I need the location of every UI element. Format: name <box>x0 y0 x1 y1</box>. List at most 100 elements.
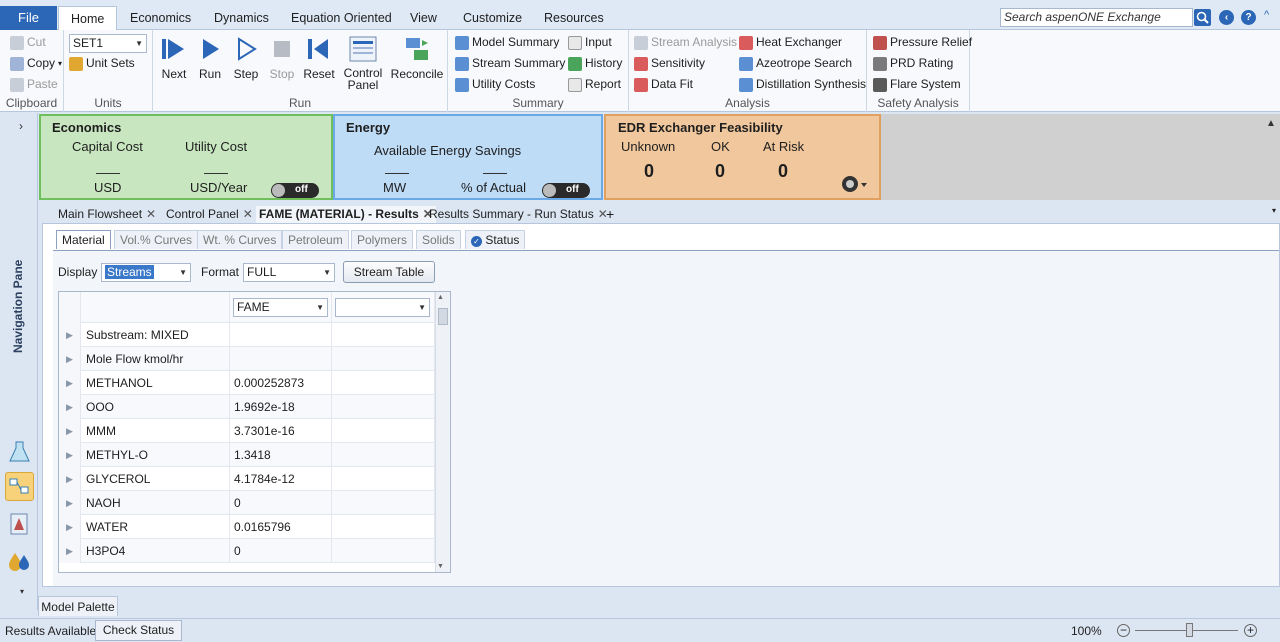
flowsheet-icon[interactable] <box>5 472 34 501</box>
subtab-solids[interactable]: Solids <box>416 230 461 249</box>
run-button[interactable]: Run <box>195 34 225 81</box>
stream-summary-button[interactable]: Stream Summary▾ <box>455 54 572 73</box>
grid-scrollbar[interactable]: ▲ ▼ <box>435 292 450 572</box>
row-value[interactable] <box>230 347 332 371</box>
back-icon[interactable]: ‹ <box>1219 10 1234 25</box>
row-value-empty[interactable] <box>332 419 435 443</box>
data-fit-button[interactable]: Data Fit <box>634 75 693 94</box>
tab-resources[interactable]: Resources <box>540 6 608 30</box>
row-value[interactable]: 4.1784e-12 <box>230 467 332 491</box>
row-expand-icon[interactable]: ▶ <box>59 443 81 467</box>
heat-exchanger-button[interactable]: Heat Exchanger <box>739 33 842 52</box>
dashboard-scroll-up-icon[interactable]: ▲ <box>1266 118 1276 129</box>
subtab-petroleum[interactable]: Petroleum <box>282 230 349 249</box>
tab-view[interactable]: View <box>406 6 441 30</box>
tab-main-flowsheet[interactable]: Main Flowsheet ✕ <box>58 206 156 223</box>
stream-table-button[interactable]: Stream Table <box>343 261 435 283</box>
flare-system-button[interactable]: Flare System <box>873 75 961 94</box>
tab-home[interactable]: Home <box>58 6 118 31</box>
step-button[interactable]: Step <box>231 34 261 81</box>
scroll-down-icon[interactable]: ▼ <box>437 563 444 570</box>
economics-panel[interactable]: Economics Capital Cost Utility Cost USD … <box>39 114 333 200</box>
pressure-relief-button[interactable]: Pressure Relief <box>873 33 972 52</box>
row-expand-icon[interactable]: ▶ <box>59 395 81 419</box>
row-value[interactable]: 1.9692e-18 <box>230 395 332 419</box>
subtab-material[interactable]: Material <box>56 230 111 249</box>
model-summary-button[interactable]: Model Summary <box>455 33 559 52</box>
row-value-empty[interactable] <box>332 539 435 563</box>
edr-panel[interactable]: EDR Exchanger Feasibility Unknown OK At … <box>604 114 881 200</box>
row-value-empty[interactable] <box>332 515 435 539</box>
row-value-empty[interactable] <box>332 323 435 347</box>
row-expand-icon[interactable]: ▶ <box>59 467 81 491</box>
nav-more-icon[interactable]: ▾ <box>20 587 24 596</box>
stream-analysis-button[interactable]: Stream Analysis▾ <box>634 33 744 52</box>
input-button[interactable]: Input <box>568 33 612 52</box>
row-value-empty[interactable] <box>332 371 435 395</box>
model-palette-tab[interactable]: Model Palette <box>38 596 118 616</box>
row-value[interactable]: 0 <box>230 491 332 515</box>
subtab-status[interactable]: ✓ Status <box>465 230 526 249</box>
file-tab[interactable]: File <box>0 6 57 30</box>
row-value-empty[interactable] <box>332 491 435 515</box>
reset-button[interactable]: Reset <box>303 34 335 81</box>
row-value-empty[interactable] <box>332 467 435 491</box>
tab-dynamics[interactable]: Dynamics <box>210 6 273 30</box>
unit-sets-button[interactable]: Unit Sets <box>69 54 135 73</box>
table-row[interactable]: ▶ H3PO4 0 <box>59 539 435 563</box>
display-select[interactable]: Streams ▼ <box>101 263 191 282</box>
row-value[interactable]: 3.7301e-16 <box>230 419 332 443</box>
table-row[interactable]: ▶ MMM 3.7301e-16 <box>59 419 435 443</box>
energy-analysis-icon[interactable] <box>5 510 34 539</box>
row-value[interactable]: 0.0165796 <box>230 515 332 539</box>
tab-economics[interactable]: Economics <box>126 6 195 30</box>
row-value-empty[interactable] <box>332 395 435 419</box>
row-value[interactable]: 0 <box>230 539 332 563</box>
tab-control-panel[interactable]: Control Panel ✕ <box>166 206 253 223</box>
row-expand-icon[interactable]: ▶ <box>59 419 81 443</box>
row-value-empty[interactable] <box>332 347 435 371</box>
table-row[interactable]: ▶ NAOH 0 <box>59 491 435 515</box>
row-expand-icon[interactable]: ▶ <box>59 491 81 515</box>
table-row[interactable]: ▶ OOO 1.9692e-18 <box>59 395 435 419</box>
stop-button[interactable]: Stop <box>267 34 297 81</box>
cut-button[interactable]: Cut <box>10 33 46 52</box>
drops-icon[interactable] <box>5 547 34 576</box>
help-icon[interactable]: ? <box>1241 10 1256 25</box>
row-expand-icon[interactable]: ▶ <box>59 371 81 395</box>
flask-icon[interactable] <box>5 437 34 466</box>
zoom-in-icon[interactable]: + <box>1244 624 1257 637</box>
stream-select-fame[interactable]: FAME ▼ <box>233 298 328 317</box>
zoom-out-icon[interactable]: − <box>1117 624 1130 637</box>
history-button[interactable]: History <box>568 54 622 73</box>
table-row[interactable]: ▶ Substream: MIXED <box>59 323 435 347</box>
control-panel-button[interactable]: Control Panel <box>342 34 384 91</box>
table-row[interactable]: ▶ Mole Flow kmol/hr <box>59 347 435 371</box>
scroll-up-icon[interactable]: ▲ <box>437 294 444 301</box>
economics-toggle[interactable]: off <box>271 183 319 198</box>
table-row[interactable]: ▶ METHYL-O 1.3418 <box>59 443 435 467</box>
copy-button[interactable]: Copy ▾ <box>10 54 62 73</box>
utility-costs-button[interactable]: Utility Costs <box>455 75 535 94</box>
energy-panel[interactable]: Energy Available Energy Savings MW % of … <box>333 114 603 200</box>
format-select[interactable]: FULL ▼ <box>243 263 335 282</box>
tab-fame-results[interactable]: FAME (MATERIAL) - Results ✕ <box>256 206 436 223</box>
unit-set-select[interactable]: SET1 ▼ <box>69 34 147 53</box>
row-value[interactable]: 0.000252873 <box>230 371 332 395</box>
row-value[interactable]: 1.3418 <box>230 443 332 467</box>
prd-rating-button[interactable]: PRD Rating <box>873 54 953 73</box>
report-button[interactable]: Report <box>568 75 621 94</box>
search-input[interactable]: Search aspenONE Exchange <box>1000 8 1193 27</box>
scroll-thumb[interactable] <box>438 308 448 325</box>
edr-settings-icon[interactable] <box>840 174 868 194</box>
sensitivity-button[interactable]: Sensitivity <box>634 54 705 73</box>
expand-chevron-icon[interactable]: › <box>19 119 23 133</box>
tab-equation-oriented[interactable]: Equation Oriented <box>287 6 396 30</box>
tab-results-summary[interactable]: Results Summary - Run Status ✕ <box>429 206 608 223</box>
subtab-wt-curves[interactable]: Wt. % Curves <box>197 230 283 249</box>
navigation-pane-label[interactable]: Navigation Pane <box>11 260 25 353</box>
row-value[interactable] <box>230 323 332 347</box>
close-icon[interactable]: ✕ <box>243 207 253 221</box>
energy-toggle[interactable]: off <box>542 183 590 198</box>
row-value-empty[interactable] <box>332 443 435 467</box>
